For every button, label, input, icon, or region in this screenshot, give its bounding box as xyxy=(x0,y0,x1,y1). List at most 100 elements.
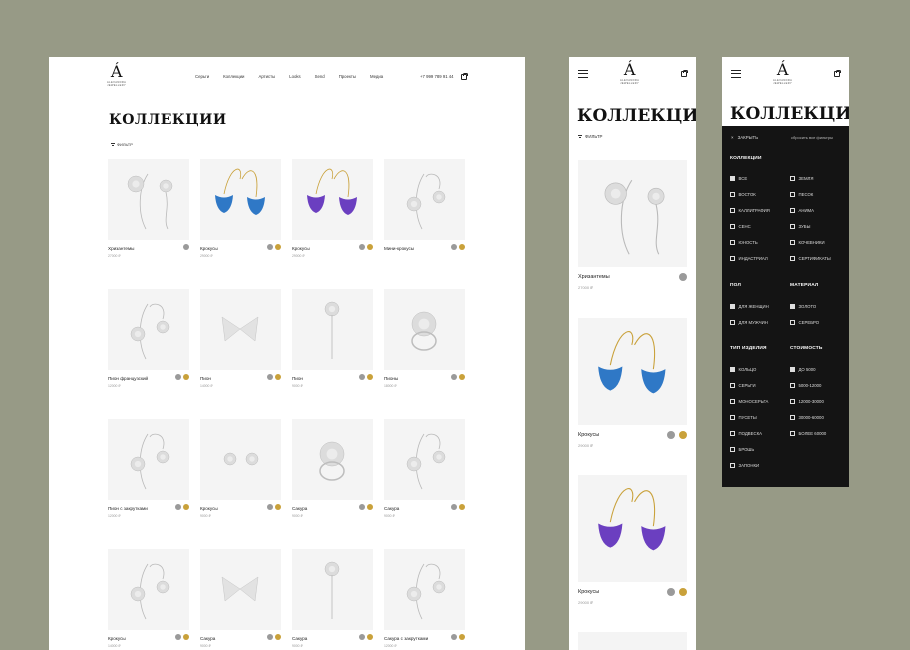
color-swatch-silver[interactable] xyxy=(266,244,273,250)
filter-checkbox[interactable]: ЗОЛОТО xyxy=(790,304,816,309)
filter-checkbox[interactable]: СЕРЕБРО xyxy=(790,320,819,325)
checkbox-icon[interactable] xyxy=(730,447,735,452)
product-card[interactable]: Пион 14000 ₽ xyxy=(200,289,281,388)
checkbox-icon[interactable] xyxy=(790,415,795,420)
filter-checkbox[interactable]: СЕНС xyxy=(730,224,751,229)
color-swatch-gold[interactable] xyxy=(183,374,189,380)
product-card[interactable]: Пионы 18000 ₽ xyxy=(384,289,465,388)
checkbox-icon[interactable] xyxy=(730,224,735,229)
product-card[interactable]: Крокусы 29000 ₽ xyxy=(200,159,281,258)
reset-filters-link[interactable]: сбросить все фильтры xyxy=(791,135,833,140)
color-swatch-gold[interactable] xyxy=(275,634,281,640)
close-filter-button[interactable]: × ЗАКРЫТЬ xyxy=(731,135,758,140)
color-swatch-gold[interactable] xyxy=(459,374,465,380)
checkbox-icon[interactable] xyxy=(790,176,795,181)
phone-link[interactable]: +7 999 789 91 44 xyxy=(420,74,454,79)
product-card[interactable]: Сакура 9000 ₽ xyxy=(292,549,373,648)
color-swatch-gold[interactable] xyxy=(367,244,373,250)
product-card[interactable]: Сакура с закрутками 12000 ₽ xyxy=(384,549,465,648)
filter-checkbox[interactable]: ПУСЕТЫ xyxy=(730,415,757,420)
product-card[interactable]: Пион 9000 ₽ xyxy=(292,289,373,388)
filter-checkbox[interactable]: ЗУБЫ xyxy=(790,224,810,229)
checkbox-icon[interactable] xyxy=(730,192,735,197)
color-swatch-silver[interactable] xyxy=(358,504,365,510)
color-swatch-gold[interactable] xyxy=(679,431,687,439)
color-swatch-silver[interactable] xyxy=(358,374,365,380)
color-swatch-gold[interactable] xyxy=(459,244,465,250)
filter-checkbox[interactable]: СЕРЬГИ xyxy=(730,383,756,388)
filter-checkbox[interactable]: 5000-12000 xyxy=(790,383,821,388)
color-swatch-gold[interactable] xyxy=(367,504,373,510)
product-card[interactable]: Крокусы 14000 ₽ xyxy=(108,549,189,648)
checkbox-icon[interactable] xyxy=(730,415,735,420)
filter-checkbox[interactable]: 12000-30000 xyxy=(790,399,824,404)
checkbox-icon[interactable] xyxy=(790,367,795,372)
filter-checkbox[interactable]: ДЛЯ ЖЕНЩИН xyxy=(730,304,769,309)
checkbox-icon[interactable] xyxy=(730,208,735,213)
nav-item[interactable]: Медиа xyxy=(370,74,383,79)
color-swatch-gold[interactable] xyxy=(183,634,189,640)
nav-item[interactable]: Коллекции xyxy=(223,74,244,79)
filter-toggle[interactable]: ФИЛЬТР xyxy=(578,134,602,139)
checkbox-icon[interactable] xyxy=(790,431,795,436)
color-swatch-gold[interactable] xyxy=(367,634,373,640)
product-card[interactable]: Пион с закрутками 12000 ₽ xyxy=(108,419,189,518)
checkbox-icon[interactable] xyxy=(730,256,735,261)
color-swatch-silver[interactable] xyxy=(679,273,687,281)
product-card[interactable]: Сакура 9000 ₽ xyxy=(292,419,373,518)
filter-checkbox[interactable]: ЗЕМЛЯ xyxy=(790,176,813,181)
filter-checkbox[interactable]: ВОСТОК xyxy=(730,192,756,197)
nav-item[interactable]: Серьги xyxy=(195,74,209,79)
filter-checkbox[interactable]: ПЕСОК xyxy=(790,192,813,197)
hamburger-icon[interactable] xyxy=(731,70,741,78)
filter-checkbox[interactable]: АНИМА xyxy=(790,208,814,213)
checkbox-icon[interactable] xyxy=(730,399,735,404)
color-swatch-silver[interactable] xyxy=(266,374,273,380)
filter-checkbox[interactable]: БРОШЬ xyxy=(730,447,754,452)
color-swatch-silver[interactable] xyxy=(183,244,189,250)
checkbox-icon[interactable] xyxy=(790,320,795,325)
color-swatch-gold[interactable] xyxy=(275,374,281,380)
checkbox-icon[interactable] xyxy=(790,224,795,229)
checkbox-icon[interactable] xyxy=(790,208,795,213)
color-swatch-silver[interactable] xyxy=(667,431,675,439)
filter-checkbox[interactable]: СЕРТИФИКАТЫ xyxy=(790,256,831,261)
nav-item[interactable]: Артисты xyxy=(258,74,275,79)
brand-logo[interactable]: Á ALEXANDRA JEWELLERY xyxy=(773,62,792,86)
checkbox-icon[interactable] xyxy=(730,320,735,325)
product-card[interactable]: Хризантемы 27000 ₽ xyxy=(108,159,189,258)
color-swatch-silver[interactable] xyxy=(450,634,457,640)
checkbox-icon[interactable] xyxy=(790,240,795,245)
filter-checkbox[interactable]: 30000-60000 xyxy=(790,415,824,420)
checkbox-icon[interactable] xyxy=(790,256,795,261)
bag-icon[interactable] xyxy=(681,69,688,77)
color-swatch-silver[interactable] xyxy=(174,634,181,640)
color-swatch-gold[interactable] xyxy=(183,504,189,510)
checkbox-icon[interactable] xyxy=(730,304,735,309)
filter-checkbox[interactable]: МОНОСЕРЬГА xyxy=(730,399,768,404)
color-swatch-gold[interactable] xyxy=(679,588,687,596)
filter-checkbox[interactable]: БОЛЕЕ 60000 xyxy=(790,431,826,436)
product-card[interactable]: Пион французский 12000 ₽ xyxy=(108,289,189,388)
checkbox-icon[interactable] xyxy=(790,399,795,404)
checkbox-icon[interactable] xyxy=(730,383,735,388)
color-swatch-silver[interactable] xyxy=(450,504,457,510)
color-swatch-silver[interactable] xyxy=(450,374,457,380)
filter-checkbox[interactable]: ВСЕ xyxy=(730,176,747,181)
color-swatch-gold[interactable] xyxy=(459,634,465,640)
product-card[interactable]: Сакура 9000 ₽ xyxy=(200,549,281,648)
product-card[interactable]: Хризантемы 27000 ₽ xyxy=(578,160,687,290)
filter-toggle[interactable]: ФИЛЬТР xyxy=(111,142,133,147)
product-card[interactable]: Крокусы 29000 ₽ xyxy=(578,318,687,448)
checkbox-icon[interactable] xyxy=(730,240,735,245)
brand-logo[interactable]: Á ALEXANDRA JEWELLERY xyxy=(620,62,639,86)
checkbox-icon[interactable] xyxy=(730,463,735,468)
hamburger-icon[interactable] xyxy=(578,70,588,78)
nav-item[interactable]: Send xyxy=(315,74,325,79)
checkbox-icon[interactable] xyxy=(730,367,735,372)
color-swatch-gold[interactable] xyxy=(459,504,465,510)
checkbox-icon[interactable] xyxy=(730,431,735,436)
color-swatch-silver[interactable] xyxy=(358,634,365,640)
checkbox-icon[interactable] xyxy=(790,383,795,388)
filter-checkbox[interactable]: КОЧЕВНИКИ xyxy=(790,240,825,245)
